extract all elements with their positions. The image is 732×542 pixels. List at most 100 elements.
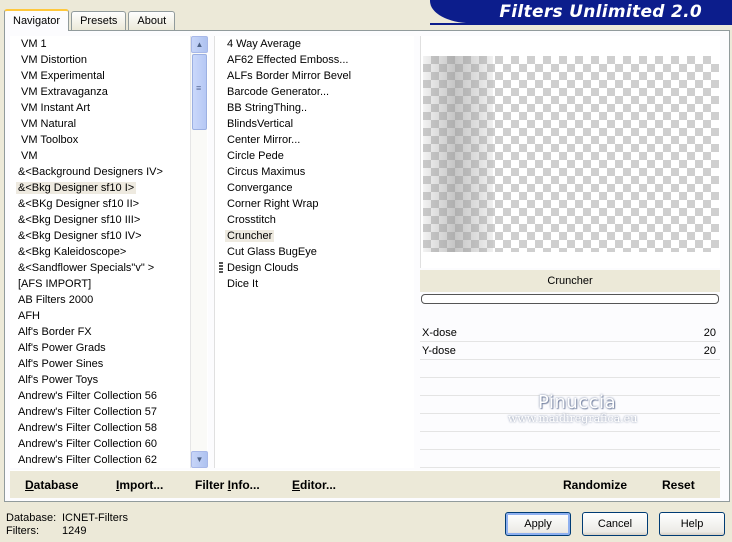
- import-button[interactable]: Import...: [116, 478, 163, 492]
- banner-title: Filters Unlimited 2.0: [499, 1, 702, 22]
- title-banner: Filters Unlimited 2.0: [430, 0, 732, 23]
- category-item[interactable]: [AFS IMPORT]: [10, 276, 190, 292]
- filter-item[interactable]: Design Clouds: [215, 260, 414, 276]
- category-list[interactable]: VM 1 VM Distortion VM Experimental VM Extra…: [10, 36, 208, 468]
- chevron-up-icon: ▲: [195, 40, 204, 49]
- category-item[interactable]: VM Distortion: [10, 52, 190, 68]
- category-item[interactable]: &<Bkg Designer sf10 IV>: [10, 228, 190, 244]
- randomize-button[interactable]: Randomize: [563, 478, 627, 492]
- filter-label: AF62 Effected Emboss...: [227, 54, 349, 66]
- category-item[interactable]: VM: [10, 148, 190, 164]
- category-item[interactable]: AFH: [10, 308, 190, 324]
- filter-item[interactable]: Cut Glass BugEye: [215, 244, 414, 260]
- help-button[interactable]: Help: [659, 512, 725, 536]
- category-label: Andrew's Filter Collection 57: [18, 406, 158, 418]
- filter-item[interactable]: Crosstitch: [215, 212, 414, 228]
- category-item[interactable]: Alf's Power Grads: [10, 340, 190, 356]
- param-label: X-dose: [422, 326, 457, 339]
- drag-handle-icon[interactable]: [219, 262, 223, 274]
- category-item[interactable]: VM Toolbox: [10, 132, 190, 148]
- filter-item[interactable]: Corner Right Wrap: [215, 196, 414, 212]
- filter-item[interactable]: Barcode Generator...: [215, 84, 414, 100]
- filter-list[interactable]: 4 Way Average AF62 Effected Emboss... ALFs…: [214, 36, 414, 468]
- param-value[interactable]: 20: [704, 345, 716, 357]
- category-label: VM Instant Art: [21, 102, 91, 114]
- param-row-empty: [420, 432, 720, 450]
- tab-presets[interactable]: Presets: [71, 11, 127, 30]
- category-label: VM 1: [21, 38, 47, 50]
- category-item[interactable]: &<Bkg Kaleidoscope>: [10, 244, 190, 260]
- filter-item[interactable]: BlindsVertical: [215, 116, 414, 132]
- tab-navigator[interactable]: Navigator: [4, 9, 70, 31]
- category-label: &<Bkg Designer sf10 III>: [18, 214, 141, 226]
- category-item[interactable]: Andrew's Filter Collection 60: [10, 436, 190, 452]
- param-row-y-dose[interactable]: Y-dose 20: [420, 342, 720, 360]
- filter-label: Cut Glass BugEye: [227, 246, 317, 258]
- category-item[interactable]: &<Sandflower Specials"v" >: [10, 260, 190, 276]
- category-label: VM Toolbox: [21, 134, 79, 146]
- param-value[interactable]: 20: [704, 327, 716, 339]
- category-item[interactable]: Alf's Power Toys: [10, 372, 190, 388]
- database-button[interactable]: Database: [25, 478, 78, 492]
- filter-label: Design Clouds: [227, 262, 299, 274]
- category-item[interactable]: VM Natural: [10, 116, 190, 132]
- filter-item[interactable]: BB StringThing..: [215, 100, 414, 116]
- filter-item[interactable]: AF62 Effected Emboss...: [215, 52, 414, 68]
- category-item[interactable]: Andrew's Filter Collection 58: [10, 420, 190, 436]
- category-label: &<Bkg Designer sf10 I>: [16, 182, 137, 194]
- category-item[interactable]: AB Filters 2000: [10, 292, 190, 308]
- category-label: &<Background Designers IV>: [18, 166, 163, 178]
- category-label: Alf's Power Toys: [18, 374, 99, 386]
- filter-info-button[interactable]: Filter Info...: [195, 478, 260, 492]
- category-item[interactable]: VM Instant Art: [10, 100, 190, 116]
- filter-items: 4 Way Average AF62 Effected Emboss... ALFs…: [215, 36, 414, 292]
- bottom-toolbar: Database Import... Filter Info... Editor…: [10, 470, 720, 498]
- preview-blur-effect: [423, 56, 493, 252]
- category-item[interactable]: Andrew's Filter Collection 56: [10, 388, 190, 404]
- apply-button[interactable]: Apply: [505, 512, 571, 536]
- tab-about[interactable]: About: [128, 11, 176, 30]
- scroll-up-button[interactable]: ▲: [191, 36, 208, 53]
- reset-button[interactable]: Reset: [662, 478, 695, 492]
- filter-label: Corner Right Wrap: [227, 198, 319, 210]
- param-row-x-dose[interactable]: X-dose 20: [420, 324, 720, 342]
- filter-item[interactable]: Dice It: [215, 276, 414, 292]
- category-label: &<BKg Designer sf10 II>: [18, 198, 140, 210]
- filter-item[interactable]: Cruncher: [215, 228, 414, 244]
- filters-label: Filters:: [6, 525, 39, 537]
- category-label: Andrew's Filter Collection 56: [18, 390, 158, 402]
- filter-item[interactable]: ALFs Border Mirror Bevel: [215, 68, 414, 84]
- category-item[interactable]: VM Experimental: [10, 68, 190, 84]
- category-item[interactable]: Alf's Power Sines: [10, 356, 190, 372]
- filter-item[interactable]: Convergance: [215, 180, 414, 196]
- category-item[interactable]: Andrew's Filter Collection 62: [10, 452, 190, 468]
- editor-button[interactable]: Editor...: [292, 478, 336, 492]
- category-item[interactable]: &<Bkg Designer sf10 III>: [10, 212, 190, 228]
- category-scrollbar[interactable]: ▲ ≡ ▼: [190, 36, 208, 468]
- filter-item[interactable]: Circle Pede: [215, 148, 414, 164]
- banner-underline: [430, 23, 732, 25]
- category-item[interactable]: VM Extravaganza: [10, 84, 190, 100]
- category-label: VM Extravaganza: [21, 86, 108, 98]
- filter-label: BB StringThing..: [227, 102, 308, 114]
- scroll-thumb[interactable]: ≡: [192, 54, 207, 130]
- category-item[interactable]: Alf's Border FX: [10, 324, 190, 340]
- filter-item[interactable]: Center Mirror...: [215, 132, 414, 148]
- status-area: Database: ICNET-Filters Filters: 1249: [6, 512, 128, 538]
- filter-item[interactable]: 4 Way Average: [215, 36, 414, 52]
- category-label: VM: [21, 150, 38, 162]
- filter-item[interactable]: Circus Maximus: [215, 164, 414, 180]
- category-item[interactable]: Andrew's Filter Collection 57: [10, 404, 190, 420]
- category-label: VM Natural: [21, 118, 77, 130]
- category-item[interactable]: &<Background Designers IV>: [10, 164, 190, 180]
- database-value: ICNET-Filters: [62, 512, 128, 524]
- cancel-button[interactable]: Cancel: [582, 512, 648, 536]
- watermark-name: Pinuccia: [538, 392, 617, 413]
- scroll-down-button[interactable]: ▼: [191, 451, 208, 468]
- category-label: Alf's Power Sines: [18, 358, 104, 370]
- chevron-down-icon: ▼: [195, 455, 204, 464]
- category-item[interactable]: &<Bkg Designer sf10 I>: [10, 180, 190, 196]
- category-item[interactable]: VM 1: [10, 36, 190, 52]
- category-item[interactable]: &<BKg Designer sf10 II>: [10, 196, 190, 212]
- category-label: AB Filters 2000: [18, 294, 94, 306]
